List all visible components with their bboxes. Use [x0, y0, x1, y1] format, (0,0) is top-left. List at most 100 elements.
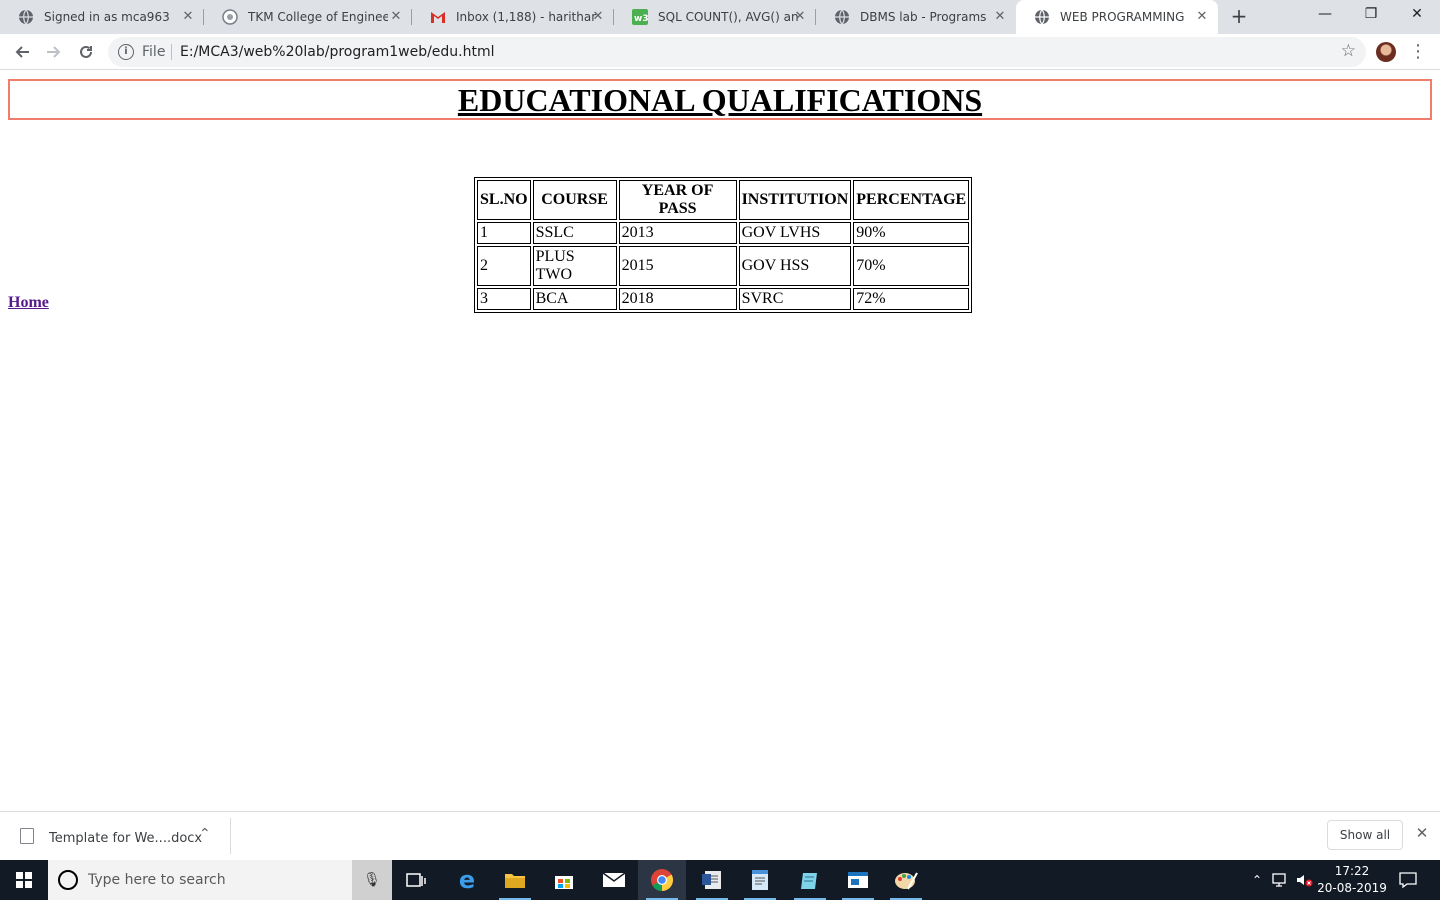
- tab-signed-in[interactable]: Signed in as mca963 ✕: [0, 0, 204, 34]
- cell-percentage: 70%: [853, 246, 970, 286]
- cortana-icon: [58, 870, 78, 890]
- browser-menu-icon[interactable]: ⋮: [1408, 38, 1428, 66]
- close-shelf-icon[interactable]: ✕: [1413, 824, 1431, 844]
- minimize-button[interactable]: —: [1302, 0, 1348, 30]
- tab-gmail-inbox[interactable]: Inbox (1,188) - harithamol ✕: [412, 0, 614, 34]
- cell-institution: GOV HSS: [738, 246, 852, 286]
- word-document-icon[interactable]: [688, 860, 736, 900]
- tab-title: SQL COUNT(), AVG() and SUM(): [658, 10, 798, 24]
- action-center-icon[interactable]: [1394, 860, 1422, 900]
- tab-strip: Signed in as mca963 ✕ TKM College of Eng…: [0, 0, 1440, 34]
- cell-course: BCA: [532, 288, 617, 310]
- cell-year: 2013: [618, 222, 737, 244]
- show-all-button[interactable]: Show all: [1327, 820, 1403, 850]
- address-bar[interactable]: i File E:/MCA3/web%20lab/program1web/edu…: [108, 37, 1366, 67]
- new-tab-button[interactable]: +: [1227, 5, 1251, 29]
- profile-avatar[interactable]: [1376, 42, 1396, 62]
- download-shelf: Template for We....docx ⌃ Show all ✕: [0, 811, 1440, 860]
- header-course: COURSE: [532, 180, 617, 220]
- restore-button[interactable]: ❐: [1348, 0, 1394, 30]
- reload-button[interactable]: [72, 38, 100, 66]
- cell-slno: 1: [477, 222, 531, 244]
- qualifications-table: SL.NO COURSE YEAR OF PASS INSTITUTION PE…: [474, 177, 973, 313]
- clock-time: 17:22: [1334, 864, 1370, 878]
- cell-percentage: 90%: [853, 222, 970, 244]
- close-tab-icon[interactable]: ✕: [1194, 9, 1210, 25]
- cell-year: 2018: [618, 288, 737, 310]
- globe-icon: [1034, 9, 1050, 25]
- network-icon[interactable]: [1270, 860, 1292, 900]
- mail-icon[interactable]: [590, 860, 638, 900]
- page-viewport: EDUCATIONAL QUALIFICATIONS SL.NO COURSE …: [0, 71, 1440, 811]
- search-placeholder: Type here to search: [88, 872, 226, 888]
- close-tab-icon[interactable]: ✕: [992, 9, 1008, 25]
- browser-toolbar: i File E:/MCA3/web%20lab/program1web/edu…: [0, 34, 1440, 70]
- tab-dbms-lab[interactable]: DBMS lab - Programs ✕: [816, 0, 1016, 34]
- globe-icon: [18, 9, 34, 25]
- header-institution: INSTITUTION: [738, 180, 852, 220]
- file-explorer-icon[interactable]: [491, 860, 539, 900]
- microphone-icon[interactable]: 🎙: [352, 860, 392, 900]
- close-tab-icon[interactable]: ✕: [792, 9, 808, 25]
- window-close-button[interactable]: ✕: [1394, 0, 1440, 30]
- taskbar-search[interactable]: Type here to search 🎙: [48, 860, 392, 900]
- windows-logo-icon: [16, 872, 32, 888]
- table-row: 2 PLUS TWO 2015 GOV HSS 70%: [477, 246, 970, 286]
- notes-app-icon[interactable]: [786, 860, 834, 900]
- forward-arrow-icon: [47, 46, 61, 58]
- clock-date: 20-08-2019: [1317, 881, 1387, 895]
- edge-icon[interactable]: e: [443, 860, 491, 900]
- page-title: EDUCATIONAL QUALIFICATIONS: [457, 82, 983, 118]
- volume-muted-icon[interactable]: [1294, 860, 1316, 900]
- header-percentage: PERCENTAGE: [853, 180, 970, 220]
- tab-web-programming[interactable]: WEB PROGRAMMING ✕: [1016, 0, 1218, 34]
- globe-icon: [834, 9, 850, 25]
- table-row: 3 BCA 2018 SVRC 72%: [477, 288, 970, 310]
- download-item-name[interactable]: Template for We....docx: [49, 831, 202, 846]
- back-arrow-icon: [15, 46, 29, 58]
- tab-title: WEB PROGRAMMING: [1060, 10, 1185, 24]
- tab-title: DBMS lab - Programs: [860, 10, 987, 24]
- header-year: YEAR OF PASS: [618, 180, 737, 220]
- cell-percentage: 72%: [853, 288, 970, 310]
- start-button[interactable]: [0, 860, 48, 900]
- reload-icon: [80, 45, 92, 58]
- cell-course: SSLC: [532, 222, 617, 244]
- tab-tkm-college[interactable]: TKM College of Engineering ✕: [204, 0, 412, 34]
- close-tab-icon[interactable]: ✕: [180, 9, 196, 25]
- back-button[interactable]: [8, 38, 36, 66]
- close-tab-icon[interactable]: ✕: [590, 9, 606, 25]
- site-info-icon[interactable]: i: [118, 44, 134, 60]
- close-tab-icon[interactable]: ✕: [388, 9, 404, 25]
- task-view-icon[interactable]: [392, 860, 440, 900]
- cell-slno: 3: [477, 288, 531, 310]
- cell-institution: GOV LVHS: [738, 222, 852, 244]
- tab-title: TKM College of Engineering: [248, 10, 388, 24]
- url-text[interactable]: E:/MCA3/web%20lab/program1web/edu.html: [180, 44, 495, 60]
- cell-course: PLUS TWO: [532, 246, 617, 286]
- bookmark-star-icon[interactable]: ☆: [1341, 41, 1356, 61]
- heading-box: EDUCATIONAL QUALIFICATIONS: [8, 79, 1432, 120]
- table-row: 1 SSLC 2013 GOV LVHS 90%: [477, 222, 970, 244]
- chrome-icon[interactable]: [638, 860, 686, 900]
- chevron-up-icon[interactable]: ⌃: [199, 826, 211, 842]
- show-hidden-icons-icon[interactable]: ⌃: [1246, 860, 1268, 900]
- store-icon[interactable]: [540, 860, 588, 900]
- tab-title: Inbox (1,188) - harithamol: [456, 10, 596, 24]
- system-clock[interactable]: 17:22 20-08-2019: [1316, 863, 1388, 897]
- svg-text:w3: w3: [634, 14, 648, 24]
- college-logo-icon: [222, 9, 238, 25]
- paint-icon[interactable]: [882, 860, 930, 900]
- forward-button[interactable]: [40, 38, 68, 66]
- document-icon: [20, 828, 34, 844]
- cell-institution: SVRC: [738, 288, 852, 310]
- app-window-icon[interactable]: [834, 860, 882, 900]
- tab-title: Signed in as mca963: [44, 10, 170, 24]
- notepad-icon[interactable]: [736, 860, 784, 900]
- home-link[interactable]: Home: [8, 294, 49, 312]
- scheme-label: File: [142, 44, 166, 60]
- table-header-row: SL.NO COURSE YEAR OF PASS INSTITUTION PE…: [477, 180, 970, 220]
- cell-slno: 2: [477, 246, 531, 286]
- windows-taskbar: Type here to search 🎙 e ⌃ 17:22 20-08-20…: [0, 860, 1440, 900]
- tab-sql-count[interactable]: w3 SQL COUNT(), AVG() and SUM() ✕: [614, 0, 816, 34]
